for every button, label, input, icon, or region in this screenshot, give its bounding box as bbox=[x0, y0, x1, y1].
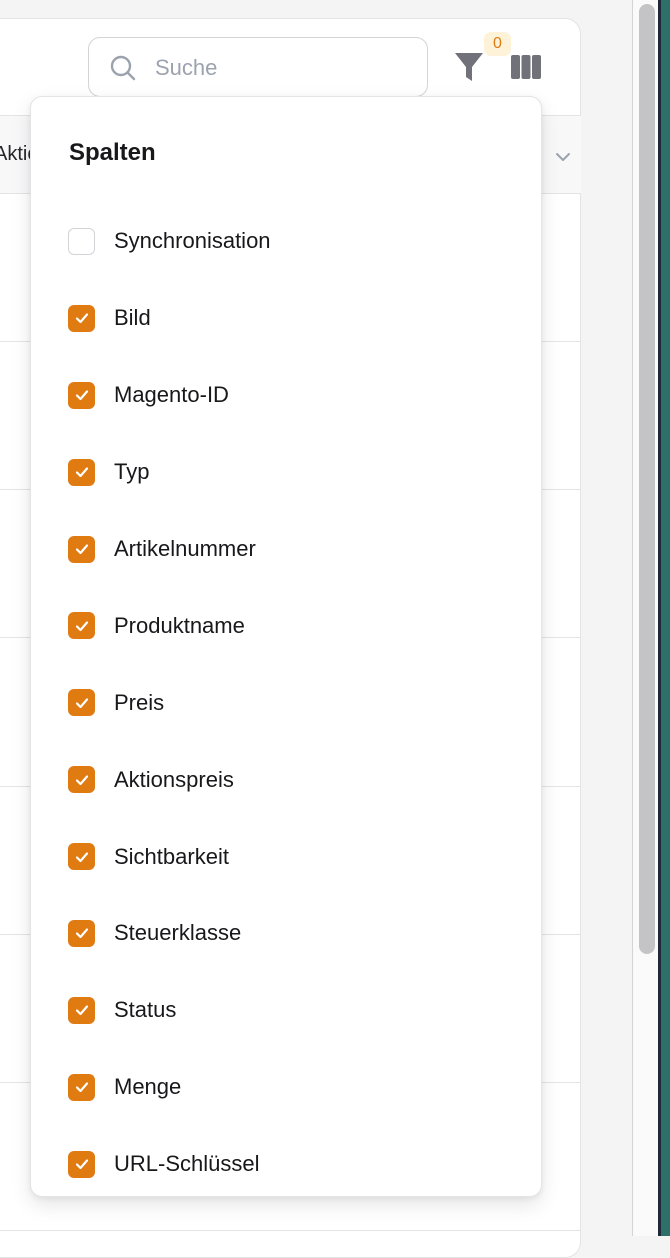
column-option-label: Produktname bbox=[114, 612, 245, 638]
column-option-label: Bild bbox=[114, 305, 151, 331]
table-row-divider bbox=[0, 1230, 581, 1231]
window-edge bbox=[658, 0, 670, 1236]
columns-icon[interactable] bbox=[509, 52, 543, 82]
dropdown-title: Spalten bbox=[69, 139, 156, 166]
column-option-label: Aktionspreis bbox=[114, 766, 234, 792]
checkmark-icon bbox=[75, 1082, 88, 1093]
column-option[interactable]: Steuerklasse bbox=[68, 895, 271, 972]
filter-icon[interactable] bbox=[452, 48, 486, 86]
checkmark-icon bbox=[75, 467, 88, 478]
column-option-label: URL-Schlüssel bbox=[114, 1151, 260, 1177]
column-option[interactable]: URL-Schlüssel bbox=[68, 1126, 271, 1203]
checkbox-checked[interactable] bbox=[68, 1073, 95, 1101]
column-list: Synchronisation Bild Magento-ID Typ Artikeln… bbox=[68, 203, 271, 1203]
checkbox-checked[interactable] bbox=[68, 919, 95, 947]
column-option-label: Menge bbox=[114, 1074, 182, 1100]
checkmark-icon bbox=[75, 698, 88, 708]
column-option-label: Steuerklasse bbox=[114, 920, 242, 946]
checkmark-icon bbox=[75, 1159, 88, 1170]
column-option[interactable]: Typ bbox=[68, 434, 271, 511]
column-option[interactable]: Bild bbox=[68, 280, 271, 357]
checkmark-icon bbox=[75, 1005, 88, 1016]
checkbox-checked[interactable] bbox=[68, 689, 95, 717]
checkbox-checked[interactable] bbox=[68, 381, 95, 409]
checkbox-unchecked[interactable] bbox=[68, 227, 95, 255]
checkmark-icon bbox=[75, 851, 88, 862]
column-option[interactable]: Aktionspreis bbox=[68, 741, 271, 818]
column-option[interactable]: Produktname bbox=[68, 587, 271, 664]
checkbox-checked[interactable] bbox=[68, 766, 95, 794]
column-option-label: Status bbox=[114, 997, 177, 1023]
checkmark-icon bbox=[75, 390, 88, 401]
column-visibility-dropdown: Spalten Synchronisation Bild Magento-ID Typ… bbox=[30, 96, 542, 1197]
filter-count-badge: 0 bbox=[484, 32, 511, 56]
checkbox-checked[interactable] bbox=[68, 458, 95, 486]
checkmark-icon bbox=[75, 775, 88, 785]
column-option[interactable]: Artikelnummer bbox=[68, 511, 271, 588]
checkbox-checked[interactable] bbox=[68, 304, 95, 332]
column-option-label: Magento-ID bbox=[114, 382, 229, 408]
column-option-label: Sichtbarkeit bbox=[114, 843, 229, 869]
checkmark-icon bbox=[75, 313, 88, 324]
search-box[interactable] bbox=[88, 37, 428, 97]
scrollbar-thumb[interactable] bbox=[639, 4, 655, 954]
checkbox-checked[interactable] bbox=[68, 535, 95, 563]
column-option[interactable]: Sichtbarkeit bbox=[68, 818, 271, 895]
checkbox-checked[interactable] bbox=[68, 843, 95, 871]
column-option-label: Typ bbox=[114, 459, 150, 485]
column-option[interactable]: Status bbox=[68, 972, 271, 1049]
checkmark-icon bbox=[75, 928, 88, 939]
column-option-label: Artikelnummer bbox=[114, 536, 256, 561]
search-icon bbox=[110, 55, 136, 81]
column-option[interactable]: Menge bbox=[68, 1049, 271, 1126]
checkmark-icon bbox=[75, 621, 88, 631]
checkbox-checked[interactable] bbox=[68, 1150, 95, 1178]
column-option-label: Synchronisation bbox=[114, 228, 271, 254]
checkbox-checked[interactable] bbox=[68, 612, 95, 640]
chevron-down-icon[interactable] bbox=[553, 147, 573, 167]
column-option[interactable]: Magento-ID bbox=[68, 357, 271, 434]
checkbox-checked[interactable] bbox=[68, 996, 95, 1024]
search-input[interactable] bbox=[153, 50, 413, 86]
checkmark-icon bbox=[75, 544, 88, 555]
column-option[interactable]: Synchronisation bbox=[68, 203, 271, 280]
column-option[interactable]: Preis bbox=[68, 664, 271, 741]
column-option-label: Preis bbox=[114, 689, 165, 715]
